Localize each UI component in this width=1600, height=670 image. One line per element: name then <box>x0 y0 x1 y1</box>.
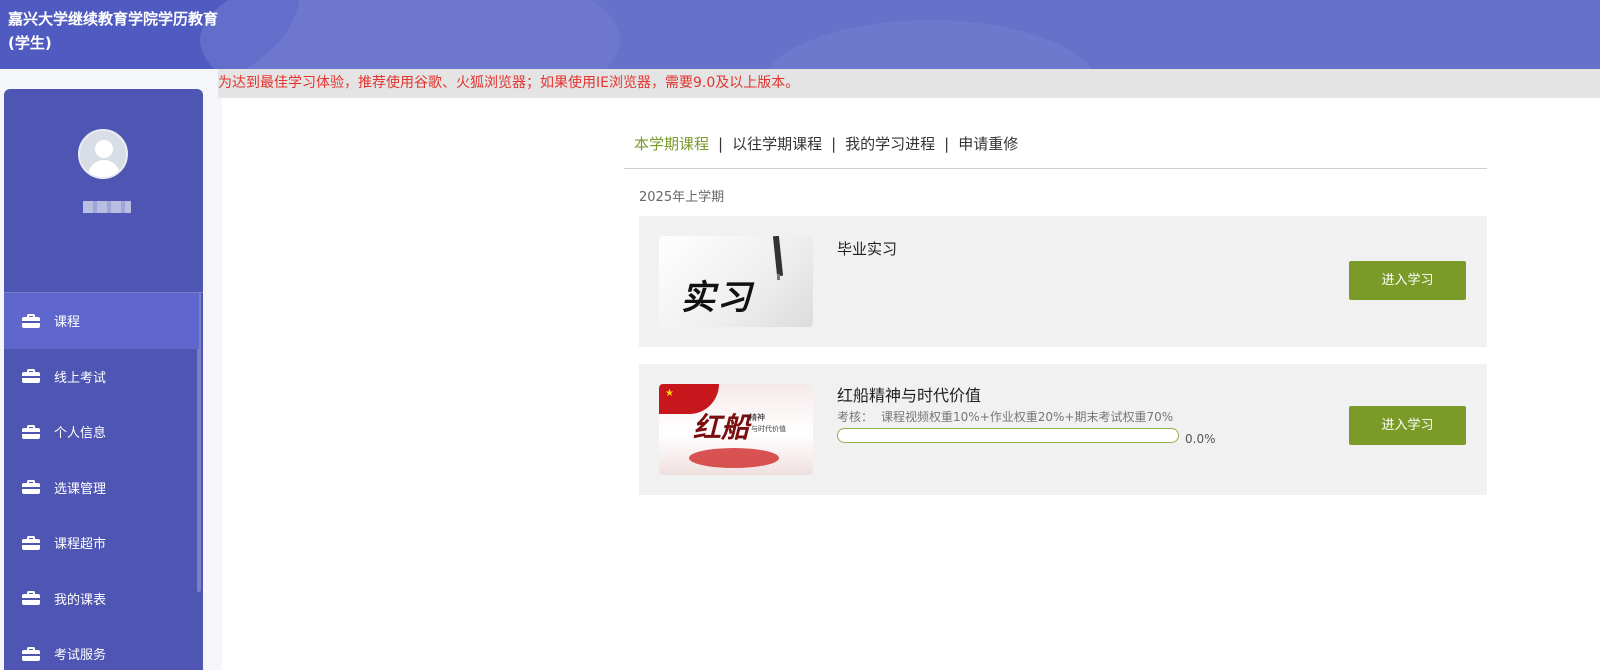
tab-current-term[interactable]: 本学期课程 <box>634 135 709 153</box>
progress-bar <box>837 428 1179 443</box>
username-redacted <box>83 201 131 213</box>
sidebar-item-label: 课程超市 <box>54 537 107 553</box>
sidebar-item-course-selection[interactable]: 选课管理 <box>4 460 199 516</box>
sidebar-item-label: 选课管理 <box>54 481 107 497</box>
term-label: 2025年上学期 <box>639 190 725 205</box>
briefcase-icon <box>22 480 40 495</box>
course-card: ★ 红船 精神 与时代价值 红船精神与时代价值 考核： 课程视频权重10%+作业权… <box>639 364 1487 495</box>
assessment-text: 课程视频权重10%+作业权重20%+期末考试权重70% <box>881 410 1174 424</box>
tab-apply-retake[interactable]: 申请重修 <box>958 135 1018 153</box>
sidebar-item-online-exam[interactable]: 线上考试 <box>4 349 199 405</box>
course-thumbnail[interactable]: ★ 红船 精神 与时代价值 <box>659 384 813 475</box>
briefcase-icon <box>22 535 40 550</box>
briefcase-icon <box>22 313 40 328</box>
sidebar-item-label: 线上考试 <box>54 370 107 386</box>
avatar-body <box>88 160 120 177</box>
site-title: 嘉兴大学继续教育学院学历教育(学生) <box>8 10 219 52</box>
avatar[interactable] <box>78 129 128 179</box>
assessment-info: 考核： 课程视频权重10%+作业权重20%+期末考试权重70% <box>837 408 1173 425</box>
assessment-label: 考核： <box>837 410 874 424</box>
enter-study-button[interactable]: 进入学习 <box>1349 406 1466 445</box>
thumbnail-text: 实习 <box>681 278 753 318</box>
header-decoration <box>200 0 620 69</box>
course-name[interactable]: 红船精神与时代价值 <box>837 382 981 406</box>
tab-learning-progress[interactable]: 我的学习进程 <box>845 135 935 153</box>
tabs-divider <box>624 168 1487 169</box>
sidebar-item-my-timetable[interactable]: 我的课表 <box>4 571 199 627</box>
tab-separator: | <box>944 135 950 153</box>
pen-image <box>772 236 784 277</box>
sidebar-item-label: 课程 <box>54 315 81 331</box>
header-decoration <box>760 20 1100 69</box>
pen-tip <box>777 274 780 280</box>
tab-separator: | <box>718 135 724 153</box>
sidebar-item-course[interactable]: 课程 <box>4 293 199 349</box>
briefcase-icon <box>22 646 40 661</box>
tab-separator: | <box>831 135 837 153</box>
red-cloud-decoration <box>689 448 779 468</box>
sidebar-item-label: 考试服务 <box>54 648 107 664</box>
sidebar: 课程 线上考试 个人信息 选课管理 课程超市 我的课表 考试服务 <box>4 89 203 670</box>
sidebar-item-course-market[interactable]: 课程超市 <box>4 515 199 571</box>
thumbnail-text: 红船 <box>693 411 750 444</box>
sidebar-item-personal-info[interactable]: 个人信息 <box>4 404 199 460</box>
course-tabs: 本学期课程 | 以往学期课程 | 我的学习进程 | 申请重修 <box>634 133 1018 154</box>
course-name[interactable]: 毕业实习 <box>837 238 897 259</box>
avatar-head <box>95 140 113 158</box>
course-card: 实习 毕业实习 进入学习 <box>639 216 1487 347</box>
sidebar-item-exam-service[interactable]: 考试服务 <box>4 626 199 670</box>
browser-notice: 为达到最佳学习体验，推荐使用谷歌、火狐浏览器；如果使用IE浏览器，需要9.0及以… <box>218 69 1600 98</box>
top-header: 嘉兴大学继续教育学院学历教育(学生) <box>0 0 1600 69</box>
thumbnail-subtext: 与时代价值 <box>751 425 786 433</box>
briefcase-icon <box>22 424 40 439</box>
briefcase-icon <box>22 369 40 384</box>
tab-past-terms[interactable]: 以往学期课程 <box>732 135 822 153</box>
sidebar-item-label: 个人信息 <box>54 426 107 442</box>
progress-text: 0.0% <box>1185 432 1216 446</box>
briefcase-icon <box>22 591 40 606</box>
thumbnail-subtext: 精神 <box>749 413 765 422</box>
sidebar-menu: 课程 线上考试 个人信息 选课管理 课程超市 我的课表 考试服务 <box>4 293 199 670</box>
enter-study-button[interactable]: 进入学习 <box>1349 261 1466 300</box>
course-thumbnail[interactable]: 实习 <box>659 236 813 327</box>
star-icon: ★ <box>665 388 674 399</box>
sidebar-item-label: 我的课表 <box>54 592 107 608</box>
